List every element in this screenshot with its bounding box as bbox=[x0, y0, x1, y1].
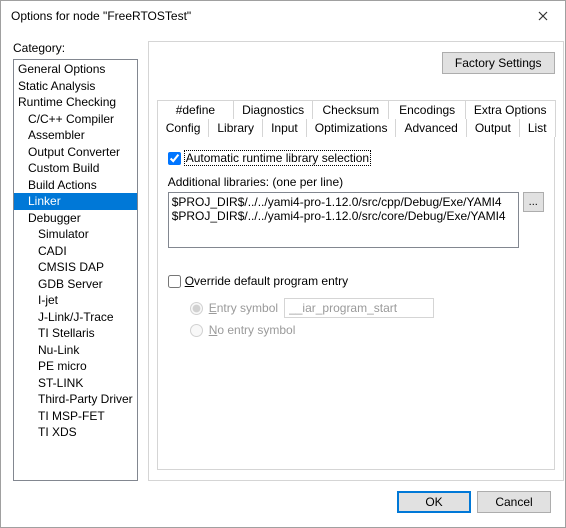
additional-libs-label: Additional libraries: (one per line) bbox=[168, 175, 544, 189]
ok-button[interactable]: OK bbox=[397, 491, 471, 513]
auto-runtime-label[interactable]: Automatic runtime library selection bbox=[185, 151, 370, 165]
category-item[interactable]: CMSIS DAP bbox=[14, 259, 137, 276]
tab[interactable]: Output bbox=[466, 119, 520, 137]
entry-symbol-input bbox=[284, 298, 434, 318]
tab[interactable]: Checksum bbox=[312, 100, 389, 119]
tab[interactable]: Optimizations bbox=[306, 119, 397, 137]
category-item[interactable]: C/C++ Compiler bbox=[14, 111, 137, 128]
tab[interactable]: Config bbox=[157, 119, 210, 137]
category-item[interactable]: Simulator bbox=[14, 226, 137, 243]
tab[interactable]: Advanced bbox=[395, 119, 466, 137]
category-item[interactable]: Linker bbox=[14, 193, 137, 210]
tab-panel-library: Automatic runtime library selection Addi… bbox=[157, 136, 555, 470]
tab[interactable]: Library bbox=[208, 119, 263, 137]
category-item[interactable]: TI Stellaris bbox=[14, 325, 137, 342]
browse-button[interactable]: ... bbox=[523, 192, 544, 212]
category-item[interactable]: Runtime Checking bbox=[14, 94, 137, 111]
category-item[interactable]: I-jet bbox=[14, 292, 137, 309]
category-item[interactable]: J-Link/J-Trace bbox=[14, 309, 137, 326]
tab-strip: #defineDiagnosticsChecksumEncodingsExtra… bbox=[157, 100, 555, 137]
category-tree[interactable]: General OptionsStatic AnalysisRuntime Ch… bbox=[13, 59, 138, 481]
category-item[interactable]: GDB Server bbox=[14, 276, 137, 293]
category-item[interactable]: Output Converter bbox=[14, 144, 137, 161]
tab[interactable]: Diagnostics bbox=[233, 100, 313, 119]
category-item[interactable]: General Options bbox=[14, 61, 137, 78]
category-item[interactable]: PE micro bbox=[14, 358, 137, 375]
category-item[interactable]: CADI bbox=[14, 243, 137, 260]
category-item[interactable]: Build Actions bbox=[14, 177, 137, 194]
factory-settings-button[interactable]: Factory Settings bbox=[442, 52, 555, 74]
tab[interactable]: List bbox=[519, 119, 556, 137]
category-item[interactable]: Assembler bbox=[14, 127, 137, 144]
override-entry-label[interactable]: Override default program entry bbox=[185, 274, 348, 288]
category-item[interactable]: Static Analysis bbox=[14, 78, 137, 95]
category-item[interactable]: ST-LINK bbox=[14, 375, 137, 392]
category-item[interactable]: Custom Build bbox=[14, 160, 137, 177]
no-entry-radio bbox=[190, 324, 203, 337]
tab[interactable]: Extra Options bbox=[465, 100, 556, 119]
close-button[interactable] bbox=[521, 2, 565, 30]
auto-runtime-checkbox[interactable] bbox=[168, 152, 181, 165]
cancel-button[interactable]: Cancel bbox=[477, 491, 551, 513]
tab[interactable]: #define bbox=[157, 100, 234, 119]
additional-libs-textarea[interactable] bbox=[168, 192, 519, 248]
tab[interactable]: Encodings bbox=[388, 100, 465, 119]
entry-symbol-radio bbox=[190, 302, 203, 315]
override-entry-checkbox[interactable] bbox=[168, 275, 181, 288]
no-entry-label: No entry symbol bbox=[209, 323, 296, 337]
entry-symbol-label: Entry symbol bbox=[209, 301, 278, 315]
window-title: Options for node "FreeRTOSTest" bbox=[11, 9, 521, 23]
category-item[interactable]: TI MSP-FET bbox=[14, 408, 137, 425]
category-item[interactable]: Third-Party Driver bbox=[14, 391, 137, 408]
tab[interactable]: Input bbox=[262, 119, 307, 137]
category-item[interactable]: TI XDS bbox=[14, 424, 137, 441]
category-item[interactable]: Debugger bbox=[14, 210, 137, 227]
category-item[interactable]: Nu-Link bbox=[14, 342, 137, 359]
category-label: Category: bbox=[13, 41, 138, 55]
